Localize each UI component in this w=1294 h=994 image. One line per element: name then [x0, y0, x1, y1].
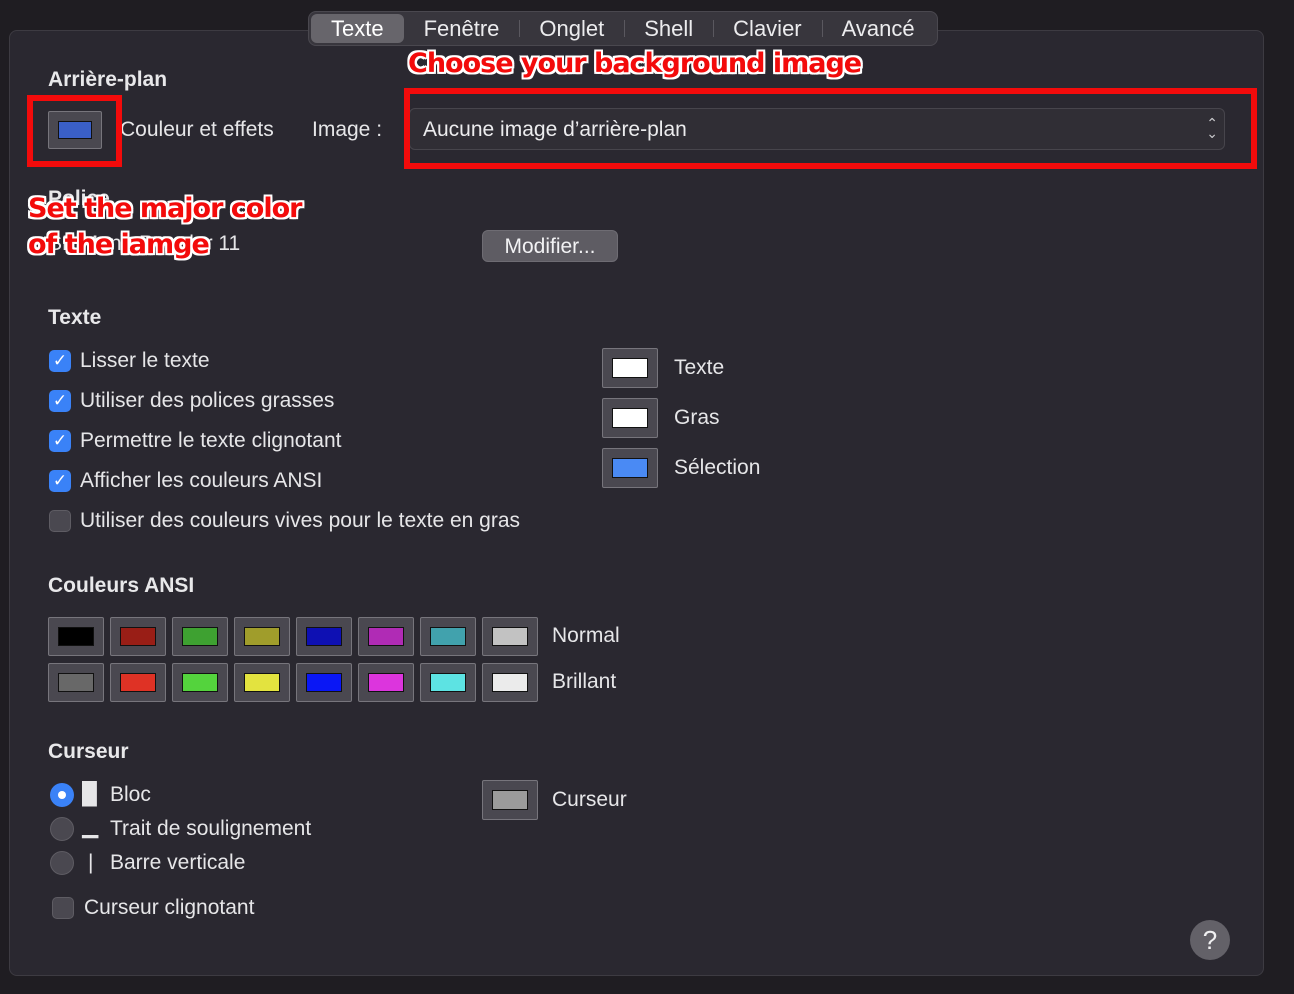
tab-clavier[interactable]: Clavier [713, 14, 821, 43]
text-option-label-1: Utiliser des polices grasses [80, 389, 335, 412]
ansi-normal-color-well-1[interactable] [110, 617, 166, 656]
ansi-normal-label: Normal [552, 624, 620, 647]
ansi-bright-color-swatch-0 [58, 673, 94, 692]
text-option-checkbox-2[interactable]: ✓ [49, 430, 71, 452]
text-option-checkbox-0[interactable]: ✓ [49, 350, 71, 372]
help-button[interactable]: ? [1190, 920, 1230, 960]
cursor-underline-glyph: ▁ [82, 815, 99, 838]
ansi-section-title: Couleurs ANSI [48, 574, 195, 597]
annotation-image-note: Choose your background image [408, 48, 862, 79]
text-color-swatch [612, 358, 648, 378]
cursor-block-glyph: █ [82, 782, 97, 805]
annotation-image-box [404, 88, 1257, 169]
ansi-bright-color-well-7[interactable] [482, 663, 538, 702]
ansi-normal-color-well-6[interactable] [420, 617, 476, 656]
ansi-normal-color-swatch-6 [430, 627, 466, 646]
cursor-blink-checkbox[interactable] [52, 897, 74, 919]
ansi-bright-color-swatch-6 [430, 673, 466, 692]
ansi-normal-color-well-5[interactable] [358, 617, 414, 656]
bold-color-well[interactable] [602, 398, 658, 438]
text-option-label-4: Utiliser des couleurs vives pour le text… [80, 509, 521, 532]
color-effects-label: Couleur et effets [120, 118, 274, 141]
ansi-bright-color-swatch-4 [306, 673, 342, 692]
ansi-bright-color-well-2[interactable] [172, 663, 228, 702]
ansi-normal-color-well-4[interactable] [296, 617, 352, 656]
cursor-color-label: Curseur [552, 788, 627, 811]
cursor-section-title: Curseur [48, 740, 129, 763]
ansi-normal-color-well-0[interactable] [48, 617, 104, 656]
cursor-color-swatch [492, 790, 528, 810]
selection-color-label: Sélection [674, 456, 761, 479]
tab-fenetre[interactable]: Fenêtre [404, 14, 520, 43]
ansi-bright-color-swatch-1 [120, 673, 156, 692]
ansi-bright-color-well-6[interactable] [420, 663, 476, 702]
ansi-normal-color-swatch-5 [368, 627, 404, 646]
text-option-label-2: Permettre le texte clignotant [80, 429, 342, 452]
ansi-normal-color-swatch-2 [182, 627, 218, 646]
text-option-checkbox-1[interactable]: ✓ [49, 390, 71, 412]
tab-onglet[interactable]: Onglet [519, 14, 624, 43]
bold-color-swatch [612, 408, 648, 428]
ansi-bright-color-well-1[interactable] [110, 663, 166, 702]
annotation-color-note-line2: of the iamge [28, 229, 210, 260]
text-section-title: Texte [48, 306, 102, 329]
cursor-bar-glyph: | [88, 851, 94, 874]
cursor-block-label: Bloc [110, 783, 151, 806]
text-option-label-0: Lisser le texte [80, 349, 210, 372]
ansi-normal-color-well-3[interactable] [234, 617, 290, 656]
tab-texte[interactable]: Texte [311, 14, 404, 43]
modify-font-button[interactable]: Modifier... [482, 230, 618, 262]
annotation-color-box [27, 95, 122, 167]
tab-shell[interactable]: Shell [624, 14, 713, 43]
cursor-underline-radio[interactable] [50, 817, 74, 841]
cursor-bar-radio[interactable] [50, 851, 74, 875]
ansi-normal-color-well-7[interactable] [482, 617, 538, 656]
ansi-bright-color-swatch-3 [244, 673, 280, 692]
ansi-bright-color-well-3[interactable] [234, 663, 290, 702]
text-option-checkbox-3[interactable]: ✓ [49, 470, 71, 492]
ansi-bright-color-well-0[interactable] [48, 663, 104, 702]
ansi-bright-color-swatch-2 [182, 673, 218, 692]
tab-avance[interactable]: Avancé [821, 14, 935, 43]
ansi-normal-color-swatch-3 [244, 627, 280, 646]
ansi-normal-color-swatch-1 [120, 627, 156, 646]
background-section-title: Arrière-plan [48, 68, 168, 91]
cursor-bar-label: Barre verticale [110, 851, 246, 874]
ansi-bright-label: Brillant [552, 670, 617, 693]
ansi-normal-color-swatch-7 [492, 627, 528, 646]
ansi-bright-color-well-5[interactable] [358, 663, 414, 702]
selection-color-swatch [612, 458, 648, 478]
ansi-normal-color-swatch-0 [58, 627, 94, 646]
ansi-bright-color-swatch-7 [492, 673, 528, 692]
text-option-checkbox-4[interactable] [49, 510, 71, 532]
ansi-bright-color-swatch-5 [368, 673, 404, 692]
selection-color-well[interactable] [602, 448, 658, 488]
text-color-label: Texte [674, 356, 725, 379]
text-option-label-3: Afficher les couleurs ANSI [80, 469, 323, 492]
image-label: Image : [312, 118, 383, 141]
cursor-color-well[interactable] [482, 780, 538, 820]
cursor-blink-label: Curseur clignotant [84, 896, 255, 919]
bold-color-label: Gras [674, 406, 720, 429]
cursor-block-radio[interactable] [50, 783, 74, 807]
text-color-well[interactable] [602, 348, 658, 388]
ansi-bright-color-well-4[interactable] [296, 663, 352, 702]
tab-bar: Texte Fenêtre Onglet Shell Clavier Avanc… [308, 11, 938, 46]
cursor-underline-label: Trait de soulignement [110, 817, 312, 840]
annotation-color-note-line1: Set the major color [28, 193, 302, 224]
ansi-normal-color-swatch-4 [306, 627, 342, 646]
ansi-normal-color-well-2[interactable] [172, 617, 228, 656]
